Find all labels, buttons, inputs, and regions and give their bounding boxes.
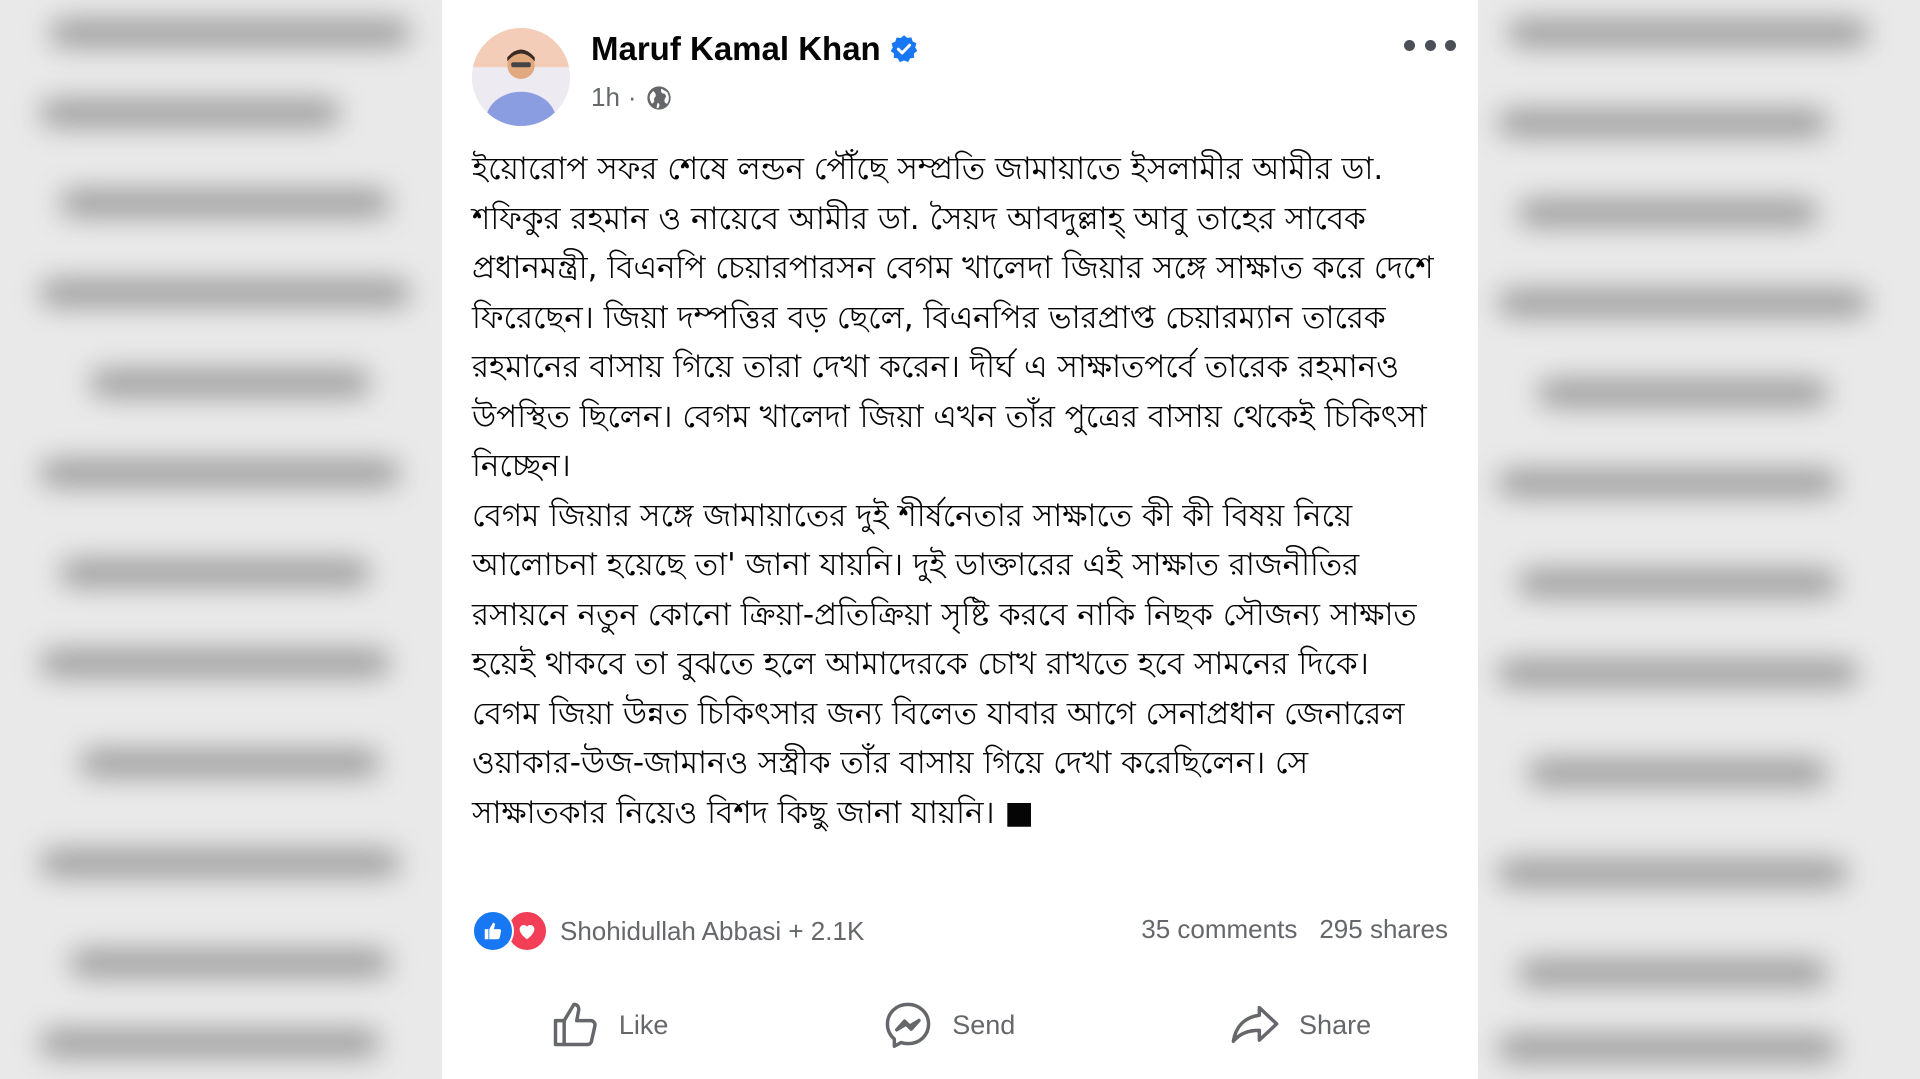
post-time[interactable]: 1h bbox=[591, 82, 620, 113]
like-label: Like bbox=[618, 1009, 669, 1040]
share-icon bbox=[1229, 999, 1281, 1051]
share-label: Share bbox=[1299, 1009, 1372, 1040]
action-bar: Like Send Share bbox=[442, 995, 1478, 1055]
avatar[interactable] bbox=[472, 28, 570, 126]
blurred-background-right bbox=[1478, 0, 1920, 1079]
reactions-summary[interactable]: Shohidullah Abbasi + 2.1K bbox=[472, 910, 864, 952]
comments-count[interactable]: 35 comments bbox=[1141, 914, 1297, 945]
post-stats: 35 comments 295 shares bbox=[1141, 914, 1448, 945]
meta-separator: · bbox=[627, 82, 637, 112]
like-react-icon bbox=[472, 910, 514, 952]
shares-count[interactable]: 295 shares bbox=[1319, 914, 1448, 945]
blurred-background-left bbox=[0, 0, 442, 1079]
author-name-text[interactable]: Maruf Kamal Khan bbox=[591, 30, 881, 68]
post-meta: 1h · bbox=[591, 82, 673, 113]
post-paragraph-1: ইয়োরোপ সফর শেষে লন্ডন পৌঁছে সম্প্রতি জা… bbox=[472, 151, 1434, 484]
post-paragraph-2: বেগম জিয়ার সঙ্গে জামায়াতের দুই শীর্ষনে… bbox=[472, 497, 1417, 683]
share-button[interactable]: Share bbox=[1209, 993, 1391, 1057]
send-label: Send bbox=[952, 1009, 1016, 1040]
author-name[interactable]: Maruf Kamal Khan bbox=[591, 30, 919, 68]
more-options-icon[interactable] bbox=[1404, 30, 1456, 60]
reactions-text[interactable]: Shohidullah Abbasi + 2.1K bbox=[560, 916, 864, 947]
post-paragraph-3: বেগম জিয়া উন্নত চিকিৎসার জন্য বিলেত যাব… bbox=[472, 695, 1405, 831]
like-icon bbox=[549, 999, 601, 1051]
post-text: ইয়োরোপ সফর শেষে লন্ডন পৌঁছে সম্প্রতি জা… bbox=[472, 145, 1452, 838]
verified-icon bbox=[889, 34, 919, 64]
send-button[interactable]: Send bbox=[862, 993, 1035, 1057]
messenger-icon bbox=[882, 999, 934, 1051]
facebook-post-card: Maruf Kamal Khan 1h · ইয়োরোপ সফর শেষে ল… bbox=[442, 0, 1478, 1079]
globe-icon[interactable] bbox=[645, 84, 673, 112]
like-button[interactable]: Like bbox=[529, 993, 689, 1057]
